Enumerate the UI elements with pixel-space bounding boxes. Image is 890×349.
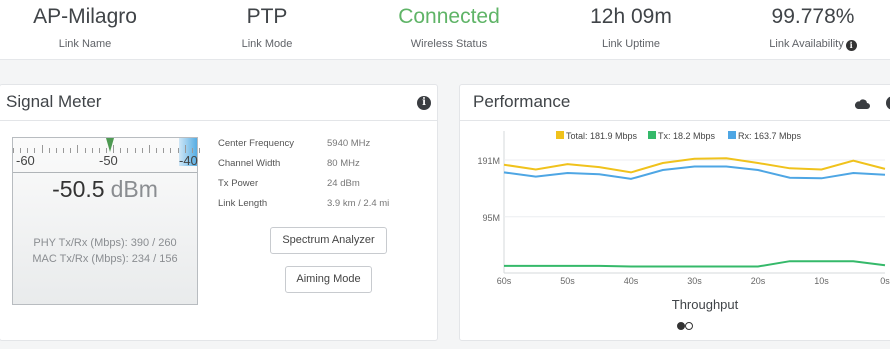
link-name-value: AP-Milagro bbox=[33, 5, 137, 28]
signal-strength-unit: dBm bbox=[110, 176, 158, 202]
link-availability-label-row: Link Availability i bbox=[728, 36, 890, 52]
detail-key: Tx Power bbox=[218, 178, 259, 189]
link-mode-label: Link Mode bbox=[241, 38, 293, 50]
chart-pager[interactable] bbox=[677, 322, 693, 330]
stat-link-uptime: 12h 09m Link Uptime bbox=[546, 2, 716, 52]
pager-dot[interactable] bbox=[677, 322, 685, 330]
meter-needle bbox=[105, 138, 114, 152]
detail-key: Link Length bbox=[218, 198, 268, 209]
signal-strength-value: -50.5 bbox=[52, 176, 105, 202]
meter-tick bbox=[141, 148, 143, 153]
y-axis: 191M 95M bbox=[477, 131, 885, 273]
stat-link-mode: PTP Link Mode bbox=[182, 2, 352, 52]
cloud-icon[interactable] bbox=[854, 97, 870, 109]
x-tick-label: 60s bbox=[497, 276, 512, 286]
throughput-chart: Total: 181.9 Mbps Tx: 18.2 Mbps Rx: 163.… bbox=[460, 121, 890, 340]
meter-divider bbox=[13, 172, 197, 173]
spectrum-analyzer-button[interactable]: Spectrum Analyzer bbox=[270, 227, 387, 254]
link-uptime-value: 12h 09m bbox=[590, 5, 672, 28]
aiming-mode-button[interactable]: Aiming Mode bbox=[285, 266, 372, 293]
performance-header: Performance i bbox=[460, 85, 890, 121]
detail-value: 3.9 km / 2.4 mi bbox=[327, 198, 390, 209]
meter-tick bbox=[63, 148, 65, 153]
phy-rate: PHY Tx/Rx (Mbps): 390 / 260 bbox=[33, 237, 177, 249]
x-tick-label: 40s bbox=[624, 276, 639, 286]
throughput-chart-svg: Total: 181.9 Mbps Tx: 18.2 Mbps Rx: 163.… bbox=[477, 131, 890, 330]
signal-meter-panel: Signal Meter i -60 -50 -40 -50.5 dBm PHY … bbox=[0, 84, 438, 341]
meter-scale-label: -40 bbox=[179, 153, 198, 168]
signal-strength-readout: -50.5 dBm bbox=[13, 176, 197, 203]
meter-tick bbox=[170, 148, 172, 153]
detail-key: Channel Width bbox=[218, 158, 281, 169]
meter-tick bbox=[55, 148, 57, 153]
meter-tick bbox=[91, 148, 93, 153]
signal-meter-title: Signal Meter bbox=[6, 92, 102, 111]
pager-dot[interactable] bbox=[685, 322, 693, 330]
chart-legend: Total: 181.9 Mbps Tx: 18.2 Mbps Rx: 163.… bbox=[556, 131, 802, 141]
throughput-rates: PHY Tx/Rx (Mbps): 390 / 260 MAC Tx/Rx (M… bbox=[13, 235, 197, 267]
x-tick-label: 50s bbox=[560, 276, 575, 286]
meter-tick bbox=[163, 148, 165, 153]
x-axis: 60s 50s 40s 30s 20s 10s 0s bbox=[497, 272, 890, 286]
meter-scale-label: -50 bbox=[99, 153, 118, 168]
detail-key: Center Frequency bbox=[218, 138, 295, 149]
info-icon[interactable]: i bbox=[417, 96, 431, 110]
legend-tx[interactable]: Tx: 18.2 Mbps bbox=[658, 131, 716, 141]
wireless-status-label: Wireless Status bbox=[410, 38, 488, 50]
performance-title: Performance bbox=[473, 92, 571, 111]
meter-tick bbox=[120, 148, 122, 153]
meter-tick bbox=[199, 148, 200, 153]
legend-swatch-tx bbox=[648, 131, 656, 139]
detail-value: 5940 MHz bbox=[327, 138, 371, 149]
meter-scale-label: -60 bbox=[16, 153, 35, 168]
detail-value: 80 MHz bbox=[327, 158, 360, 169]
meter-tick bbox=[84, 148, 86, 153]
meter-tick bbox=[148, 145, 150, 153]
wireless-status-value: Connected bbox=[398, 5, 500, 28]
stat-wireless-status: Connected Wireless Status bbox=[364, 2, 534, 52]
detail-link-length: Link Length 3.9 km / 2.4 mi bbox=[218, 198, 389, 209]
chart-series bbox=[503, 157, 886, 268]
x-tick-label: 10s bbox=[814, 276, 829, 286]
detail-value: 24 dBm bbox=[327, 178, 360, 189]
x-tick-label: 30s bbox=[687, 276, 702, 286]
signal-meter-header: Signal Meter i bbox=[0, 85, 437, 121]
info-icon[interactable]: i bbox=[886, 96, 890, 110]
link-availability-label: Link Availability bbox=[769, 38, 844, 50]
detail-tx-power: Tx Power 24 dBm bbox=[218, 178, 360, 189]
meter-tick bbox=[70, 148, 72, 153]
signal-meter-gauge: -60 -50 -40 -50.5 dBm PHY Tx/Rx (Mbps): 3… bbox=[12, 137, 200, 305]
legend-swatch-rx bbox=[728, 131, 736, 139]
meter-tick bbox=[127, 148, 129, 153]
y-tick-label: 191M bbox=[477, 156, 500, 166]
stat-link-availability: 99.778% Link Availability i bbox=[728, 2, 890, 52]
x-tick-label: 0s bbox=[880, 276, 890, 286]
x-tick-label: 20s bbox=[751, 276, 766, 286]
info-icon[interactable]: i bbox=[845, 40, 857, 51]
meter-tick bbox=[48, 148, 50, 153]
detail-center-frequency: Center Frequency 5940 MHz bbox=[218, 138, 370, 149]
chart-xlabel: Throughput bbox=[672, 297, 739, 312]
meter-tick bbox=[184, 145, 186, 153]
meter-tick bbox=[41, 145, 43, 153]
stat-link-name: AP-Milagro Link Name bbox=[0, 2, 170, 52]
link-mode-value: PTP bbox=[246, 5, 288, 28]
y-tick-label: 95M bbox=[482, 213, 500, 223]
meter-tick bbox=[156, 148, 158, 153]
meter-tick bbox=[13, 148, 14, 153]
link-availability-value: 99.778% bbox=[771, 5, 855, 28]
meter-tick bbox=[77, 145, 79, 153]
detail-channel-width: Channel Width 80 MHz bbox=[218, 158, 360, 169]
legend-rx[interactable]: Rx: 163.7 Mbps bbox=[738, 131, 802, 141]
series-line-tx bbox=[504, 260, 886, 268]
performance-panel: Performance i Total: 181.9 Mbps Tx: 18.2… bbox=[459, 84, 890, 341]
meter-tick bbox=[134, 148, 136, 153]
link-name-label: Link Name bbox=[58, 38, 112, 50]
legend-total[interactable]: Total: 181.9 Mbps bbox=[566, 131, 638, 141]
link-uptime-label: Link Uptime bbox=[601, 38, 661, 50]
legend-swatch-total bbox=[556, 131, 564, 139]
mac-rate: MAC Tx/Rx (Mbps): 234 / 156 bbox=[32, 253, 178, 265]
link-stats-bar: AP-Milagro Link Name PTP Link Mode Conne… bbox=[0, 0, 890, 60]
